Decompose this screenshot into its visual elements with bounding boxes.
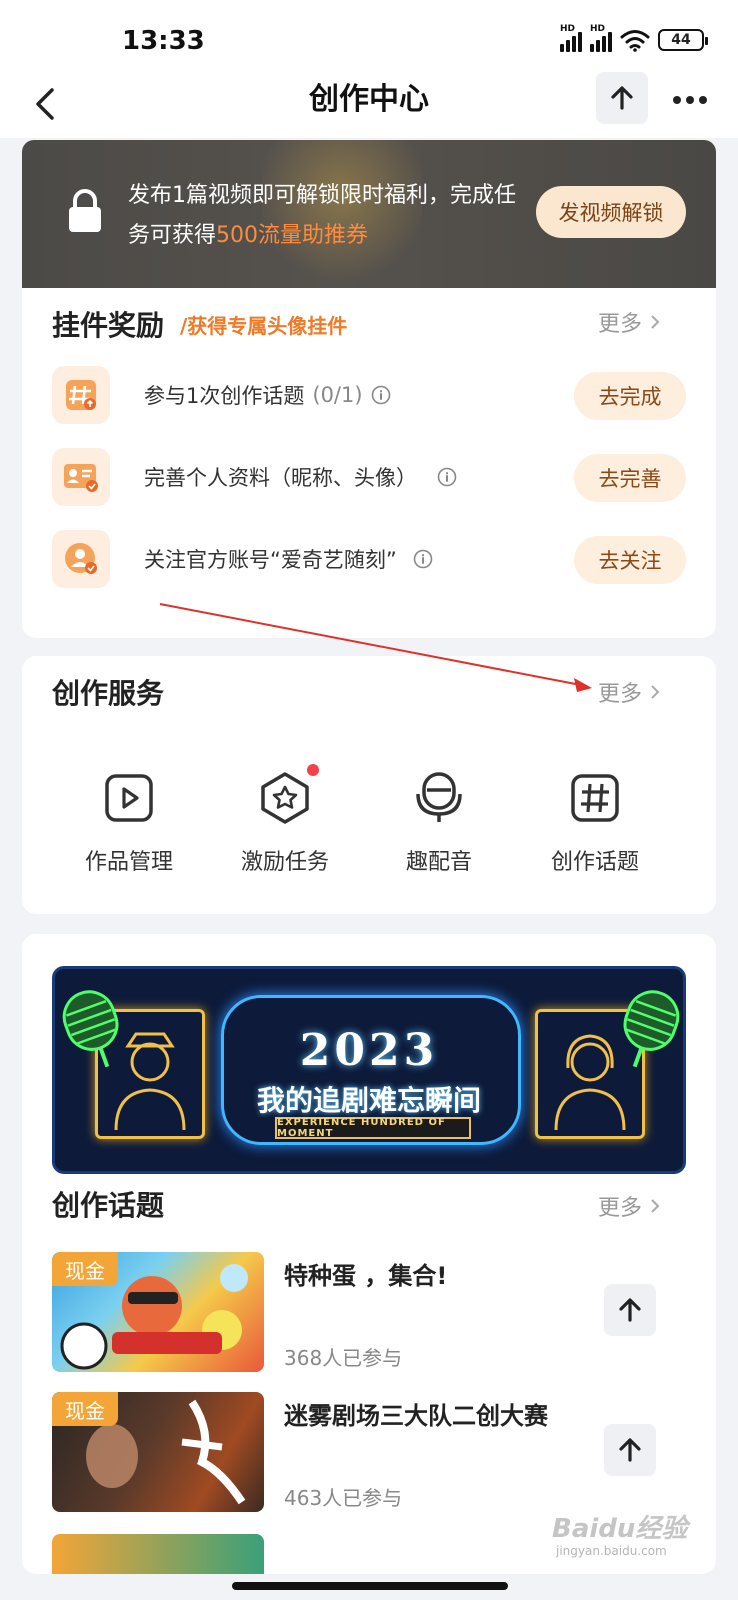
event-ribbon: EXPERIENCE HUNDRED OF MOMENT (275, 1117, 471, 1139)
profile-card-icon (52, 448, 110, 506)
upload-button[interactable] (596, 72, 648, 124)
follow-account-button[interactable]: 去关注 (574, 536, 686, 584)
topic-participants: 368人已参与 (284, 1346, 403, 1370)
task-label-text: 关注官方账号“爱奇艺随刻” (144, 548, 397, 572)
microphone-icon (411, 770, 467, 826)
info-icon[interactable] (437, 467, 457, 487)
info-icon[interactable] (413, 549, 433, 569)
hashtag-icon (567, 770, 623, 826)
more-dots-icon[interactable] (670, 80, 710, 120)
service-fun-dubbing[interactable]: 趣配音 (364, 770, 514, 876)
task-row: 完善个人资料（昵称、头像） 去完善 (22, 446, 716, 510)
event-title: 我的追剧难忘瞬间 (256, 1084, 481, 1117)
next-topic-peek (52, 1534, 264, 1574)
section-title: 创作话题 (52, 1189, 165, 1222)
topic-thumbnail: 现金 (52, 1252, 264, 1372)
service-label: 趣配音 (405, 850, 472, 875)
topic-thumbnail: 现金 (52, 1392, 264, 1512)
status-time: 13:33 (122, 26, 205, 56)
chevron-right-icon (651, 315, 660, 329)
hd-label: HD (560, 24, 576, 34)
task-label-text: 完善个人资料（昵称、头像） (144, 466, 417, 490)
task-label: 关注官方账号“爱奇艺随刻” (144, 544, 433, 574)
topic-upload-button[interactable] (604, 1424, 656, 1476)
status-bar: 13:33 HD HD 44 (0, 0, 738, 80)
arrow-up-icon (619, 1438, 641, 1462)
notification-dot (307, 764, 319, 776)
post-video-unlock-button[interactable]: 发视频解锁 (536, 186, 686, 238)
promo-text-highlight: 500流量助推券 (216, 223, 369, 248)
hashtag-upload-icon (52, 366, 110, 424)
lock-icon (69, 189, 101, 232)
creation-services-card: 创作服务 更多 作品管理 激励任务 趣配音 创作话题 (22, 656, 716, 914)
task-label: 完善个人资料（昵称、头像） (144, 462, 457, 492)
topics-more-link[interactable]: 更多 (598, 1190, 662, 1222)
more-label: 更多 (598, 1196, 643, 1221)
follow-user-icon (52, 530, 110, 588)
home-indicator[interactable] (232, 1582, 508, 1590)
complete-task-button[interactable]: 去完成 (574, 372, 686, 420)
services-more-link[interactable]: 更多 (598, 676, 662, 708)
topic-item[interactable]: 现金 迷雾剧场三大队二创大赛 463人已参与 (52, 1392, 686, 1512)
signal-icon: HD (590, 24, 612, 52)
baidu-watermark: Baidu经验 (552, 1514, 688, 1544)
nav-bar: 创作中心 (0, 72, 738, 138)
hd-label: HD (590, 24, 606, 34)
signal-icon: HD (560, 24, 582, 52)
wifi-icon (620, 30, 650, 52)
service-label: 创作话题 (550, 850, 639, 875)
task-progress: (0/1) (312, 383, 363, 407)
task-label-text: 参与1次创作话题 (144, 384, 305, 408)
cash-tag: 现金 (52, 1392, 118, 1426)
service-label: 激励任务 (240, 850, 329, 875)
battery-icon: 44 (658, 29, 708, 51)
more-label: 更多 (598, 682, 643, 707)
task-row: 参与1次创作话题 (0/1) 去完成 (22, 364, 716, 428)
topic-name: 迷雾剧场三大队二创大赛 (284, 1402, 548, 1430)
event-banner[interactable]: 2023 我的追剧难忘瞬间 EXPERIENCE HUNDRED OF MOME… (52, 966, 686, 1174)
baidu-watermark-url: jingyan.baidu.com (556, 1544, 667, 1558)
section-title: 挂件奖励 (52, 309, 165, 342)
play-square-icon (101, 770, 157, 826)
topic-participants: 463人已参与 (284, 1486, 403, 1510)
arrow-up-icon (619, 1298, 641, 1322)
service-incentive-tasks[interactable]: 激励任务 (210, 764, 360, 876)
service-label: 作品管理 (84, 850, 173, 875)
creation-topics-card: 2023 我的追剧难忘瞬间 EXPERIENCE HUNDRED OF MOME… (22, 934, 716, 1574)
topic-upload-button[interactable] (604, 1284, 656, 1336)
chevron-right-icon (651, 1199, 660, 1213)
service-creation-topics[interactable]: 创作话题 (520, 770, 670, 876)
section-subtitle: /获得专属头像挂件 (180, 314, 348, 338)
task-row: 关注官方账号“爱奇艺随刻” 去关注 (22, 528, 716, 592)
pendant-rewards-card: 挂件奖励 /获得专属头像挂件 更多 参与1次创作话题 (0/1) 去完成 完善个… (22, 288, 716, 638)
star-badge-icon (257, 764, 319, 826)
promo-text: 发布1篇视频即可解锁限时福利，完成任务可获得500流量助推券 (128, 176, 528, 256)
section-title: 创作服务 (52, 677, 165, 710)
complete-profile-button[interactable]: 去完善 (574, 454, 686, 502)
topic-name: 特种蛋 ，集合! (284, 1262, 448, 1290)
service-works-management[interactable]: 作品管理 (54, 770, 204, 876)
unlock-promo-banner: 发布1篇视频即可解锁限时福利，完成任务可获得500流量助推券 发视频解锁 (22, 140, 716, 288)
cash-tag: 现金 (52, 1252, 118, 1286)
more-label: 更多 (598, 312, 643, 337)
event-year: 2023 (299, 1025, 439, 1076)
task-label: 参与1次创作话题 (0/1) (144, 380, 391, 410)
info-icon[interactable] (371, 385, 391, 405)
status-icons: HD HD 44 (560, 24, 708, 52)
arrow-up-icon (611, 86, 633, 110)
chevron-right-icon (651, 685, 660, 699)
topic-item[interactable]: 现金 特种蛋 ，集合! 368人已参与 (52, 1252, 686, 1372)
pendant-more-link[interactable]: 更多 (598, 306, 662, 338)
